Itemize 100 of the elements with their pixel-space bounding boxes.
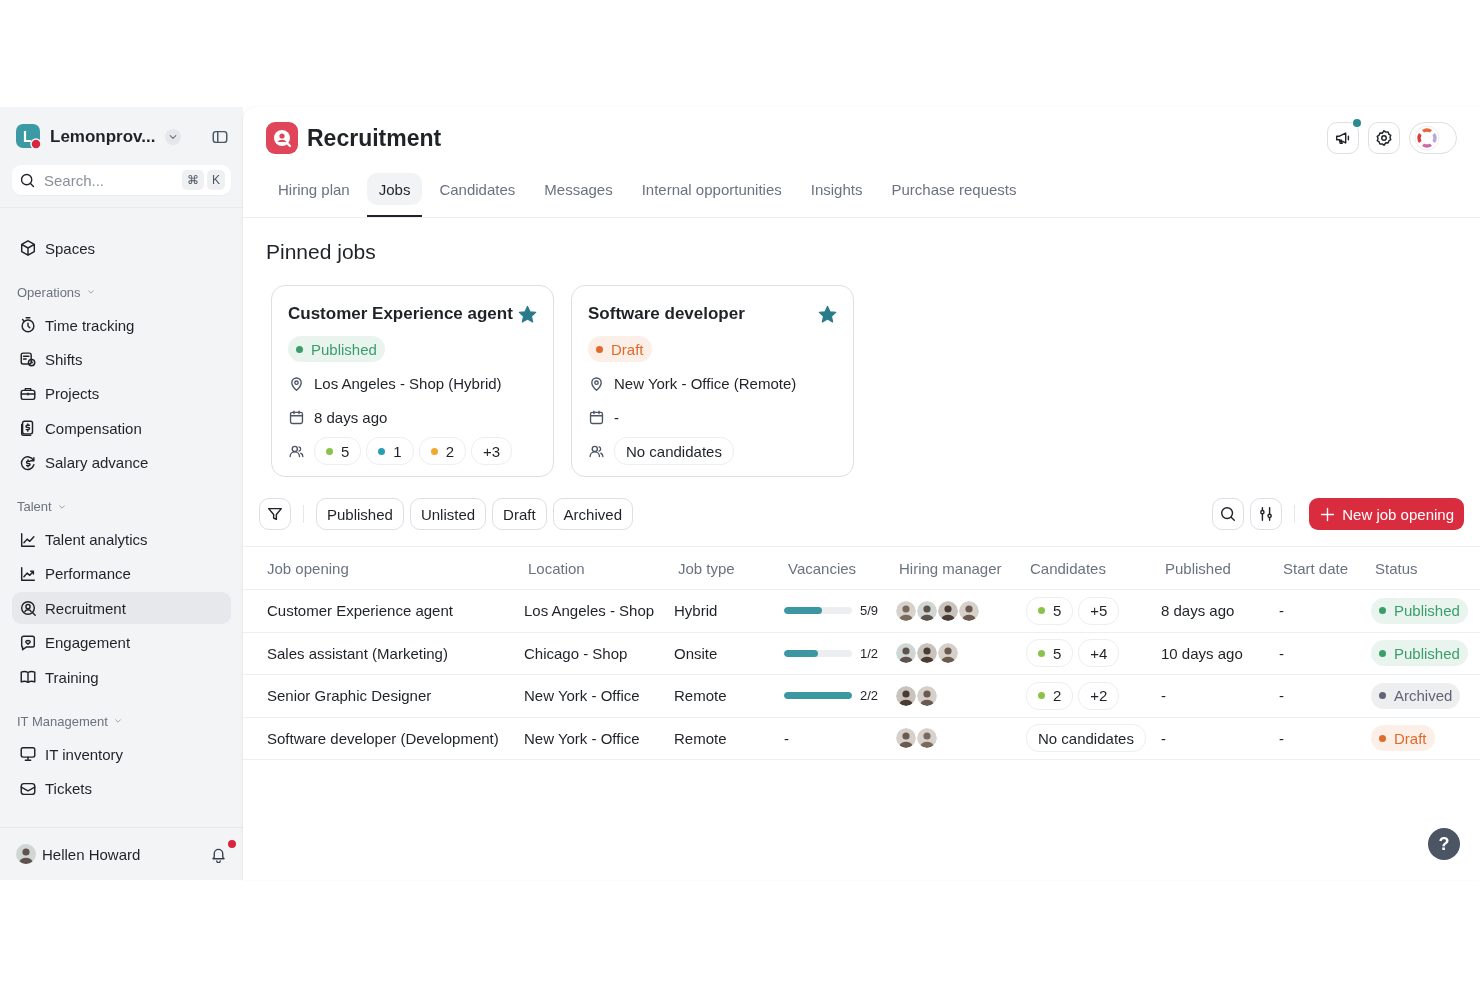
status-badge: Published: [1371, 640, 1468, 667]
location-pin-icon: [288, 374, 305, 392]
vacancy-count: 5/9: [860, 603, 879, 619]
section-title[interactable]: Operations: [17, 284, 81, 300]
column-header[interactable]: Job type: [674, 559, 784, 577]
candidate-count: No candidates: [1026, 724, 1146, 753]
status-badge: Published: [288, 336, 385, 362]
table-cell-text: Remote: [674, 687, 728, 705]
column-header[interactable]: Status: [1371, 559, 1480, 577]
column-header[interactable]: Vacancies: [784, 559, 895, 577]
column-header[interactable]: Hiring manager: [895, 559, 1026, 577]
star-icon[interactable]: [818, 304, 837, 324]
tab[interactable]: Messages: [532, 173, 625, 205]
candidate-count: 1: [366, 437, 414, 465]
candidate-count: +4: [1078, 639, 1120, 668]
sidebar-item[interactable]: Tickets: [12, 772, 231, 805]
search-icon: [19, 171, 36, 189]
sidebar-item[interactable]: Salary advance: [12, 446, 231, 479]
table-cell-text: 8 days ago: [1161, 602, 1236, 620]
sidebar-item[interactable]: Engagement: [12, 626, 231, 659]
announcements-button[interactable]: [1327, 122, 1359, 154]
candidate-count: No candidates: [614, 437, 734, 465]
new-job-button[interactable]: New job opening: [1309, 498, 1464, 530]
help-button[interactable]: ?: [1428, 828, 1460, 860]
settings-button[interactable]: [1368, 122, 1400, 154]
candidate-count: 5: [1026, 639, 1074, 668]
search-icon: [1219, 505, 1238, 523]
table-cell-text: -: [1161, 687, 1167, 705]
table-cell-text: New York - Office: [524, 729, 641, 747]
status-badge: Archived: [1371, 682, 1461, 709]
sidebar-item[interactable]: Performance: [12, 557, 231, 590]
filter-chip[interactable]: Published: [316, 498, 404, 530]
search-button[interactable]: [1212, 498, 1245, 530]
person-search-icon: [19, 599, 37, 618]
calendar-icon: [588, 408, 605, 426]
job-title: Software developer: [588, 304, 745, 324]
dollar-circle-icon: [19, 453, 37, 472]
column-header[interactable]: Location: [524, 559, 674, 577]
tab[interactable]: Candidates: [427, 173, 528, 205]
search-bar[interactable]: Search... ⌘ K: [12, 165, 231, 195]
job-location: Los Angeles - Shop (Hybrid): [314, 374, 502, 392]
recruitment-logo-icon: [266, 122, 298, 154]
sidebar-item[interactable]: Compensation: [12, 412, 231, 445]
vacancy-count: 1/2: [860, 645, 879, 661]
sidebar-item[interactable]: Spaces: [12, 232, 231, 264]
tab[interactable]: Insights: [798, 173, 875, 205]
column-header[interactable]: Candidates: [1026, 559, 1161, 577]
logo-icon: [16, 124, 42, 150]
panel-icon: [211, 128, 229, 146]
sidebar-item[interactable]: Time tracking: [12, 309, 231, 341]
candidate-count: 5: [314, 437, 362, 465]
organization-name[interactable]: Lemonprov...: [50, 127, 156, 147]
candidate-count: +3: [471, 437, 513, 465]
table-cell-text: Chicago - Shop: [524, 644, 629, 662]
table-cell-text: Los Angeles - Shop: [524, 602, 656, 620]
star-icon[interactable]: [518, 304, 537, 324]
section-heading: Pinned jobs: [266, 240, 377, 264]
table-cell-text: Customer Experience agent: [267, 602, 454, 620]
ring-logo-icon: [1414, 125, 1440, 151]
filter-chip[interactable]: Unlisted: [409, 498, 487, 530]
table-cell-text: Senior Graphic Designer: [267, 687, 433, 705]
filter-chip[interactable]: Archived: [552, 498, 633, 530]
pinned-job-card[interactable]: Software developer Draft New York - Office (Remote) - No candidates: [571, 285, 854, 477]
shortcut-key: K: [207, 170, 225, 190]
tab[interactable]: Internal opportunities: [629, 173, 794, 205]
sidebar-item[interactable]: Training: [12, 661, 231, 694]
sidebar-item[interactable]: Shifts: [12, 343, 231, 376]
job-title: Customer Experience agent: [288, 304, 513, 324]
column-header[interactable]: Start date: [1279, 559, 1371, 577]
sidebar-item[interactable]: Talent analytics: [12, 523, 231, 556]
column-settings-button[interactable]: [1250, 498, 1283, 530]
sidebar-item[interactable]: IT inventory: [12, 738, 231, 771]
stopwatch-icon: [19, 316, 37, 334]
table-cell-text: Remote: [674, 729, 728, 747]
user-name[interactable]: Hellen Howard: [42, 845, 141, 863]
table-cell-text: Sales assistant (Marketing): [267, 644, 449, 662]
table-cell-text: 10 days ago: [1161, 644, 1244, 662]
tab[interactable]: Purchase requests: [879, 173, 1029, 205]
tab-underline: [366, 215, 423, 217]
chat-heart-icon: [19, 633, 37, 652]
sidebar-item[interactable]: Recruitment: [12, 592, 231, 625]
plus-icon: [1319, 505, 1337, 523]
filter-button[interactable]: [259, 498, 291, 530]
sidebar-item[interactable]: Projects: [12, 377, 231, 410]
section-title[interactable]: Talent: [17, 499, 52, 515]
tab[interactable]: Jobs: [366, 173, 423, 205]
megaphone-icon: [1334, 129, 1352, 147]
filter-icon: [266, 505, 284, 523]
filter-chip[interactable]: Draft: [492, 498, 547, 530]
column-header[interactable]: Published: [1161, 559, 1279, 577]
table-cell-text: -: [1279, 687, 1285, 705]
tab[interactable]: Hiring plan: [266, 173, 362, 205]
pinned-job-card[interactable]: Customer Experience agent Published Los Angeles - Shop (Hybrid) 8 days ago 5 1 2 +3: [271, 285, 554, 477]
section-title[interactable]: IT Management: [17, 713, 108, 729]
chevron-down-icon: [165, 129, 182, 145]
profile-button[interactable]: [1409, 122, 1457, 154]
search-input[interactable]: Search...: [42, 170, 166, 190]
shortcut-key: ⌘: [182, 170, 204, 190]
column-header[interactable]: Job opening: [267, 559, 524, 577]
page-title: Recruitment: [307, 124, 442, 152]
